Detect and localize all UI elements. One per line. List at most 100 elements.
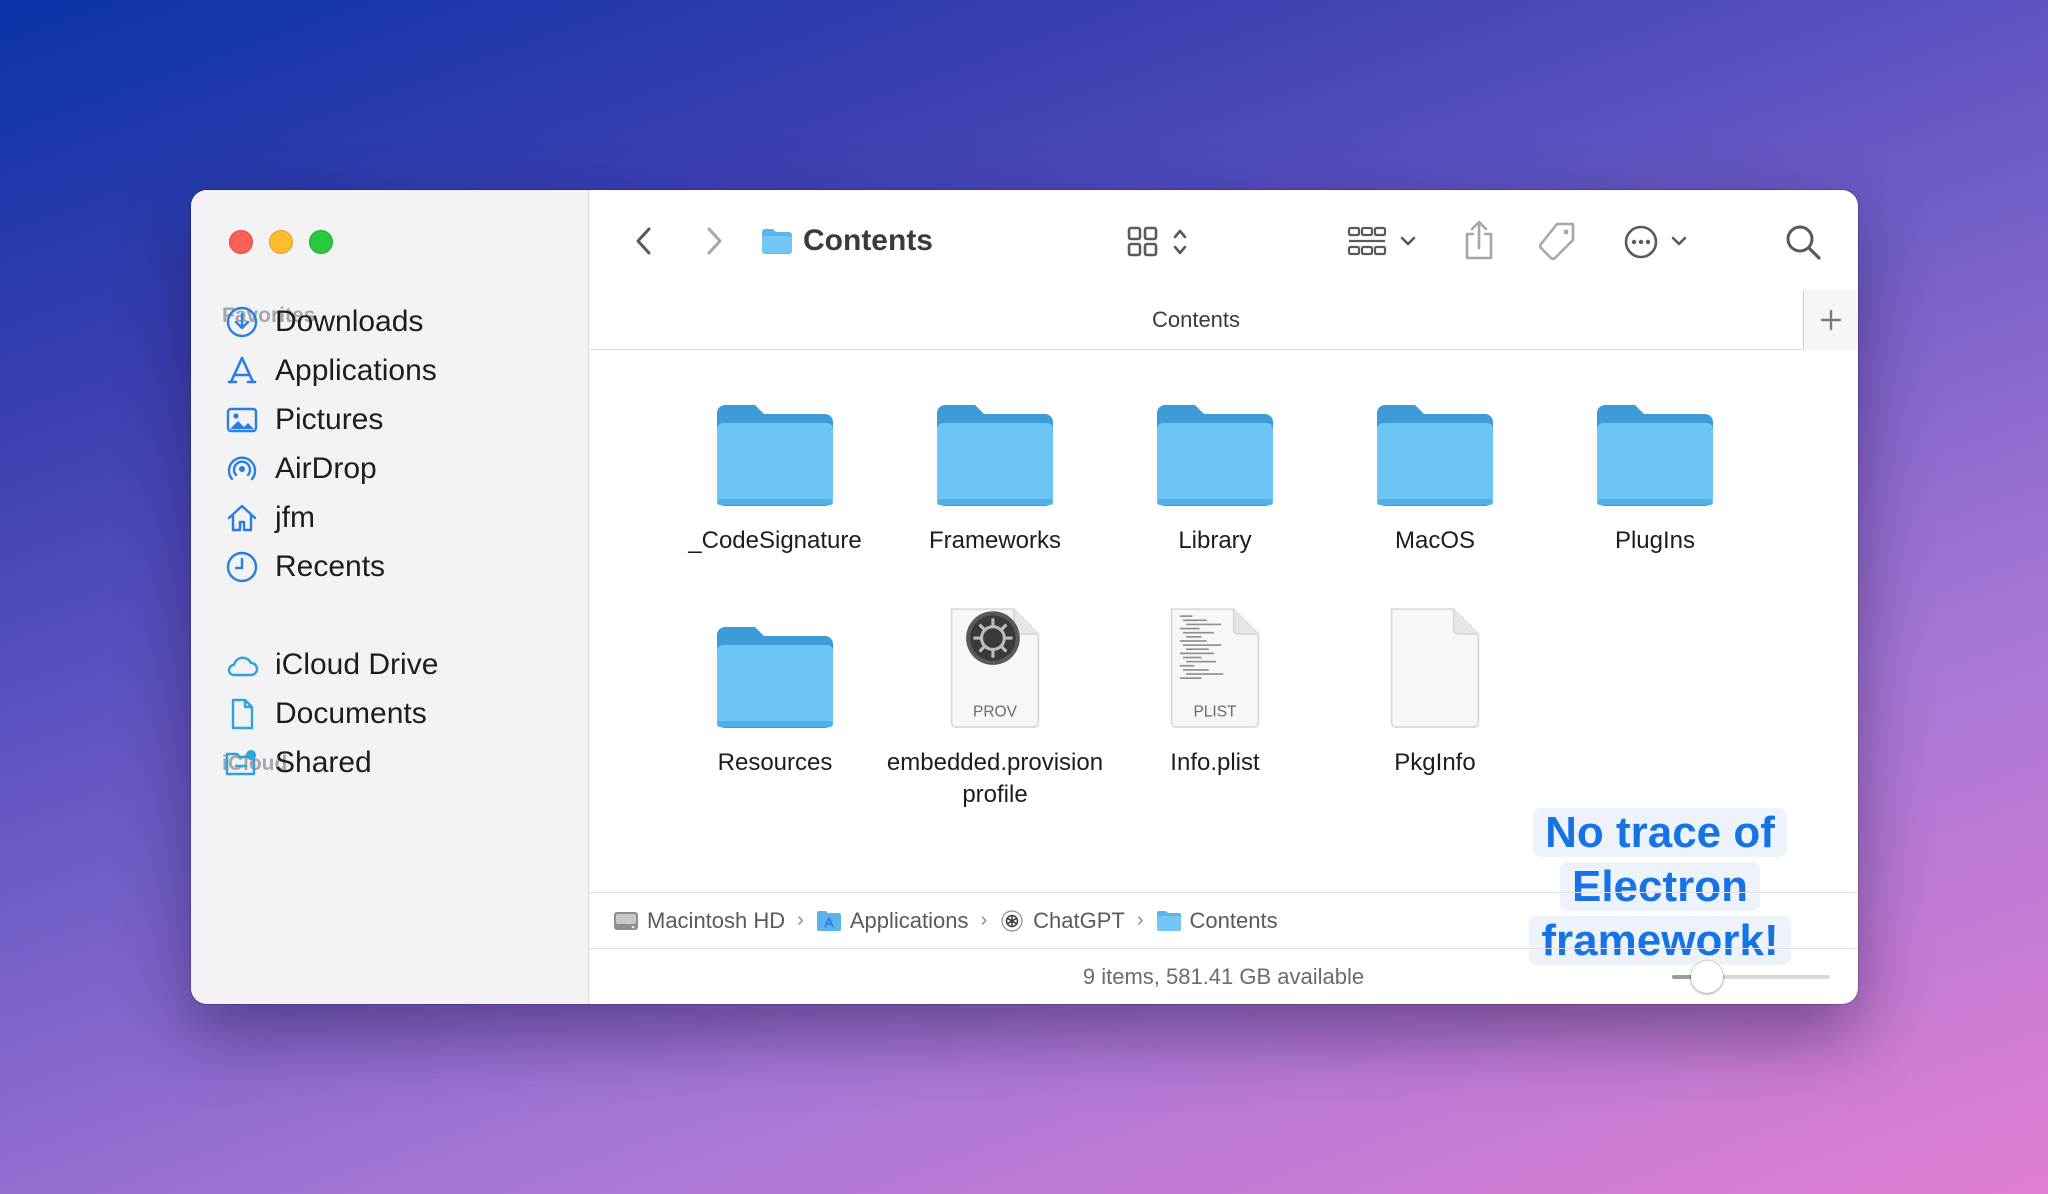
path-crumb-label: Macintosh HD <box>647 907 786 933</box>
file-item-codesignature[interactable]: _CodeSignature <box>665 383 885 557</box>
sidebar-item-downloads[interactable]: Downloads <box>225 298 423 346</box>
sidebar-item-home[interactable]: jfm <box>225 494 315 542</box>
path-bar: Macintosh HD › Applications › ChatGPT › <box>589 892 1858 948</box>
finder-window: Favorites Downloads Applications Picture… <box>191 190 1858 1004</box>
new-tab-button[interactable] <box>1803 290 1858 350</box>
file-item-embedded-provisionprofile[interactable]: PROV embedded.provisionprofile <box>885 605 1105 811</box>
icloud-icon <box>225 648 259 682</box>
file-item-label: PkgInfo <box>1394 749 1476 776</box>
path-crumb-applications[interactable]: Applications <box>816 907 969 934</box>
chevron-left-icon <box>636 227 651 255</box>
folder-icon <box>1370 383 1500 507</box>
tag-icon <box>1538 222 1575 261</box>
file-item-label: Frameworks <box>928 527 1061 554</box>
file-item-plugins[interactable]: PlugIns <box>1545 383 1765 557</box>
file-item-pkginfo[interactable]: PkgInfo <box>1325 605 1545 779</box>
path-crumb-label: Applications <box>849 907 969 933</box>
folder-icon <box>1150 383 1280 507</box>
minimize-button[interactable] <box>269 230 293 254</box>
sidebar-item-airdrop[interactable]: AirDrop <box>225 445 377 493</box>
sidebar-item-pictures[interactable]: Pictures <box>225 396 383 444</box>
file-item-label: MacOS <box>1394 527 1475 554</box>
file-item-library[interactable]: Library <box>1105 383 1325 557</box>
path-separator-icon: › <box>797 909 804 931</box>
disk-icon <box>613 909 639 933</box>
sidebar-item-label: Downloads <box>275 305 424 338</box>
path-crumb-contents[interactable]: Contents <box>1156 908 1278 934</box>
share-icon <box>1465 220 1493 260</box>
applications-folder-icon <box>816 909 842 933</box>
title-label: Contents <box>803 224 933 257</box>
pictures-icon <box>225 403 259 437</box>
sidebar-item-label: AirDrop <box>275 452 377 485</box>
tab-contents[interactable]: Contents <box>589 290 1803 350</box>
tag-button[interactable] <box>1535 220 1579 264</box>
home-icon <box>225 501 259 535</box>
search-button[interactable] <box>1781 220 1825 264</box>
file-grid: _CodeSignature Frameworks Library MacOS … <box>589 351 1858 965</box>
path-crumb-chatgpt[interactable]: ChatGPT <box>999 908 1125 934</box>
chevron-right-icon <box>707 227 722 255</box>
tab-bar: Contents <box>589 290 1858 350</box>
group-button[interactable] <box>1347 222 1423 262</box>
status-bar: 9 items, 581.41 GB available <box>589 948 1858 1004</box>
sidebar-item-label: Shared <box>275 746 372 779</box>
recents-icon <box>225 550 259 584</box>
toolbar: Contents <box>589 190 1858 290</box>
window-controls <box>229 230 333 254</box>
sidebar-item-label: Recents <box>275 550 386 583</box>
more-actions-button[interactable] <box>1623 220 1699 264</box>
plus-icon <box>1820 309 1842 331</box>
forward-button[interactable] <box>699 226 729 256</box>
sidebar-item-icloud-drive[interactable]: iCloud Drive <box>225 641 438 689</box>
file-item-label: Resources <box>717 749 833 776</box>
zoom-button[interactable] <box>309 230 333 254</box>
downloads-icon <box>225 305 259 339</box>
status-text: 9 items, 581.41 GB available <box>1082 963 1365 989</box>
sidebar-item-label: Documents <box>275 697 427 730</box>
sidebar: Favorites Downloads Applications Picture… <box>191 190 589 1004</box>
sidebar-item-label: jfm <box>275 501 315 534</box>
file-item-label: embedded.provisionprofile <box>886 749 1104 808</box>
view-mode-button[interactable] <box>1125 222 1201 262</box>
path-crumb-label: Contents <box>1189 907 1278 933</box>
sidebar-item-label: Pictures <box>275 403 384 436</box>
path-crumb-macintosh-hd[interactable]: Macintosh HD <box>613 908 785 934</box>
path-separator-icon: › <box>1136 909 1144 931</box>
share-button[interactable] <box>1461 218 1497 262</box>
folder-icon <box>1590 383 1720 507</box>
svg-text:PLIST: PLIST <box>1193 704 1237 721</box>
main-pane: Contents Contents _CodeSignature Framewo… <box>589 190 1858 1004</box>
slider-knob[interactable] <box>1690 961 1723 993</box>
document-icon: PROV <box>930 605 1060 729</box>
sidebar-item-recents[interactable]: Recents <box>225 543 385 591</box>
file-item-label: PlugIns <box>1614 527 1696 554</box>
file-item-info-plist[interactable]: PLIST Info.plist <box>1105 605 1325 779</box>
shared-folder-icon <box>225 746 259 780</box>
file-item-label: Info.plist <box>1170 749 1260 776</box>
folder-icon <box>1156 909 1182 933</box>
sidebar-item-documents[interactable]: Documents <box>225 690 427 738</box>
search-icon <box>1786 225 1821 260</box>
close-button[interactable] <box>229 230 253 254</box>
sidebar-item-applications[interactable]: Applications <box>225 347 437 395</box>
path-crumb-label: ChatGPT <box>1033 907 1125 933</box>
sidebar-item-shared[interactable]: Shared <box>225 739 372 787</box>
back-button[interactable] <box>629 226 659 256</box>
ellipsis-circle-icon <box>1624 225 1687 259</box>
file-item-label: _CodeSignature <box>688 527 862 554</box>
folder-icon <box>930 383 1060 507</box>
folder-icon <box>710 383 840 507</box>
folder-icon <box>762 229 792 254</box>
annotation-line: No trace of <box>1533 808 1787 857</box>
file-item-resources[interactable]: Resources <box>665 605 885 779</box>
icon-size-slider[interactable] <box>1672 961 1830 993</box>
sidebar-item-label: iCloud Drive <box>275 648 439 681</box>
file-item-frameworks[interactable]: Frameworks <box>885 383 1105 557</box>
icon-view-icon <box>1127 226 1187 257</box>
file-item-macos[interactable]: MacOS <box>1325 383 1545 557</box>
chatgpt-icon <box>999 909 1025 933</box>
path-separator-icon: › <box>980 909 988 931</box>
window-title: Contents <box>761 224 933 258</box>
file-item-label: Library <box>1178 527 1252 554</box>
